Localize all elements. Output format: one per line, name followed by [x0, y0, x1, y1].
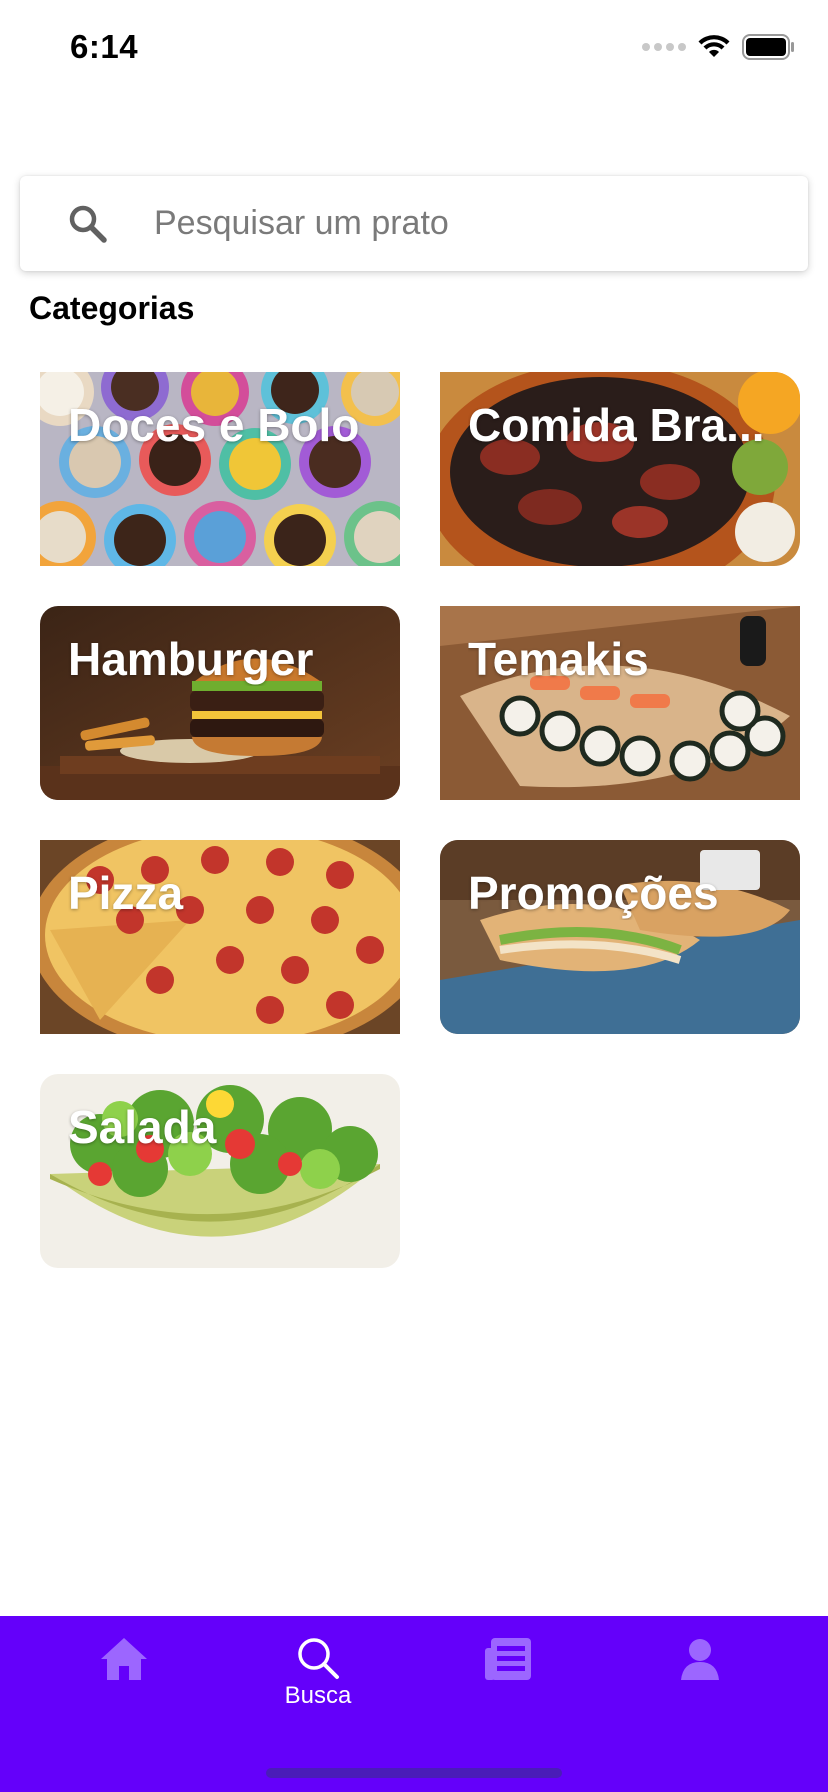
category-label: Promoções	[468, 867, 719, 919]
category-card-hamburger[interactable]: Hamburger	[40, 606, 400, 800]
tab-busca[interactable]: Busca	[258, 1636, 378, 1726]
bottom-tab-bar: Busca	[0, 1616, 828, 1792]
category-card-pizza[interactable]: Pizza	[40, 840, 400, 1034]
tab-home[interactable]	[64, 1636, 184, 1726]
tab-label: Busca	[284, 1682, 352, 1709]
category-grid: Doces e Bolo Comida Bra... Hamburger Tem…	[40, 372, 800, 1268]
cellular-signal-icon	[642, 43, 686, 51]
category-label: Temakis	[468, 633, 649, 685]
status-icons	[642, 34, 796, 60]
category-card-promocoes[interactable]: Promoções	[440, 840, 800, 1034]
category-card-temakis[interactable]: Temakis	[440, 606, 800, 800]
status-time: 6:14	[70, 28, 139, 65]
status-bar: 6:14	[0, 0, 828, 100]
category-card-doces-e-bolo[interactable]: Doces e Bolo	[40, 372, 400, 566]
search-icon	[298, 1638, 339, 1679]
search-input[interactable]	[152, 203, 756, 244]
home-indicator	[266, 1768, 562, 1778]
category-label: Pizza	[68, 867, 184, 919]
battery-icon	[742, 34, 794, 60]
category-card-comida-brasileira[interactable]: Comida Bra...	[440, 372, 800, 566]
home-icon	[101, 1638, 147, 1680]
tab-profile[interactable]	[640, 1636, 760, 1726]
tab-orders[interactable]	[448, 1636, 568, 1726]
wifi-icon	[698, 35, 730, 57]
profile-icon	[681, 1639, 719, 1680]
category-card-salada[interactable]: Salada	[40, 1074, 400, 1268]
category-label: Hamburger	[68, 633, 314, 685]
search-icon	[66, 202, 110, 246]
orders-icon	[485, 1638, 531, 1680]
category-label: Comida Bra...	[468, 399, 765, 451]
search-bar[interactable]	[20, 176, 808, 271]
category-label: Doces e Bolo	[68, 399, 360, 451]
categories-heading: Categorias	[29, 290, 195, 326]
category-label: Salada	[68, 1101, 217, 1153]
